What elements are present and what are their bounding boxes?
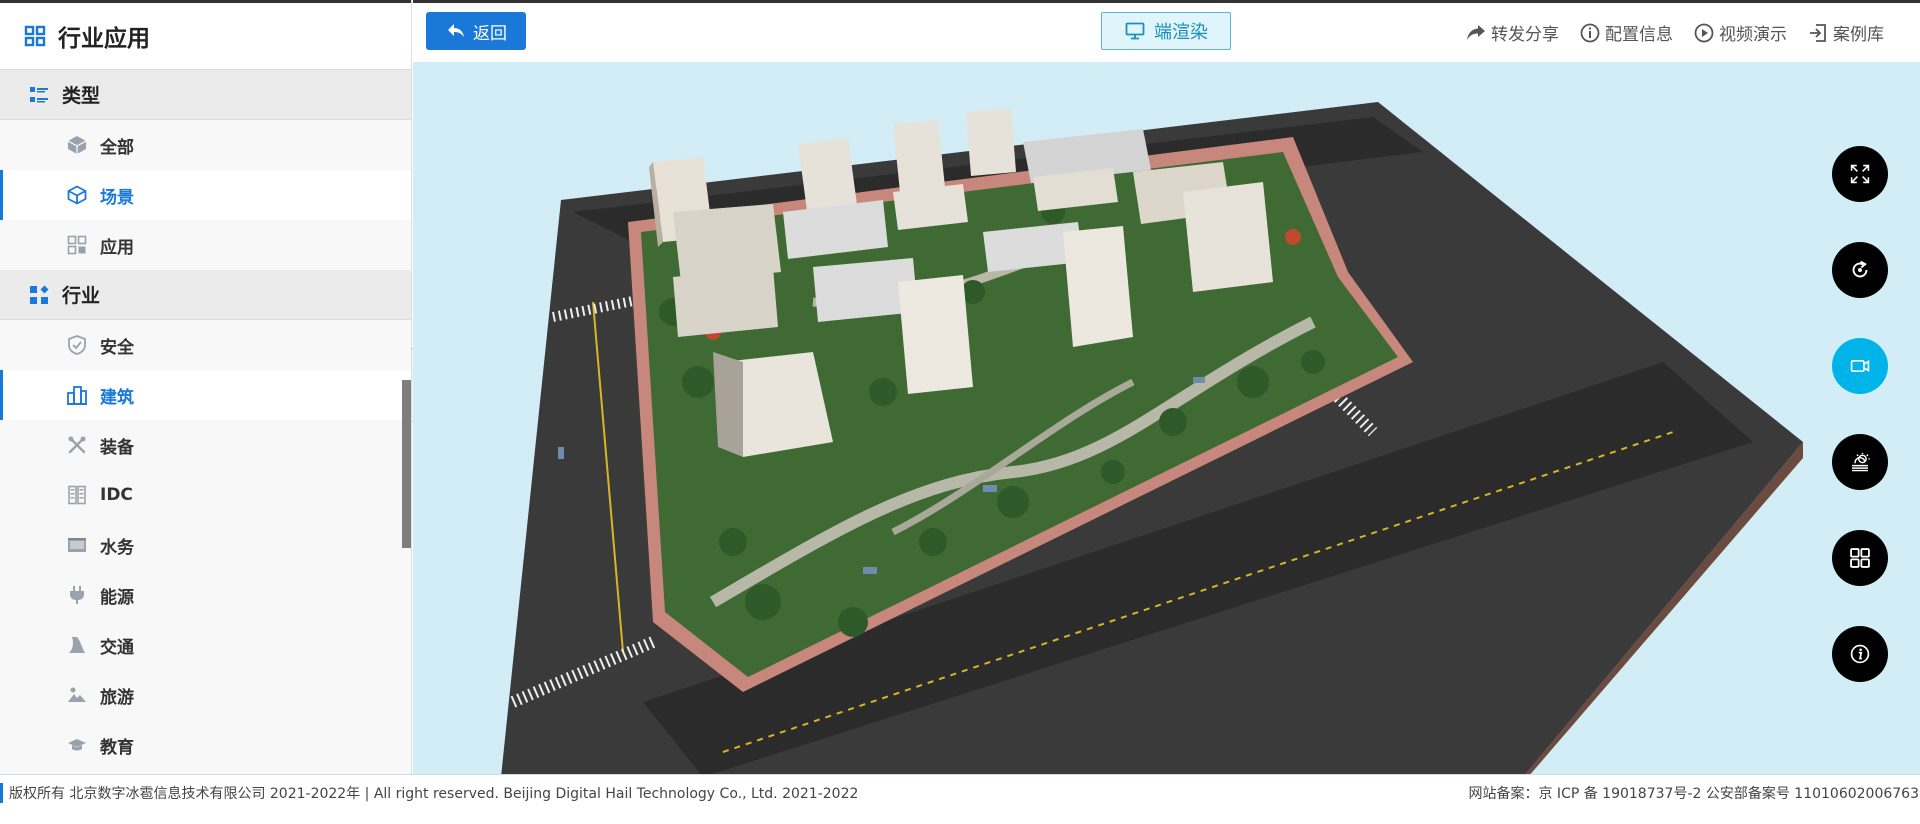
sidebar-item-label: 旅游 [100,687,134,708]
weather-button[interactable] [1832,434,1888,490]
water-tank-icon [66,534,88,556]
copyright-text: 版权所有 北京数字冰雹信息技术有限公司 2021-2022年 | All rig… [0,783,858,803]
section-industry[interactable]: 行业 [0,270,411,320]
expand-icon [1849,163,1871,185]
city-scene-render[interactable] [413,62,1920,774]
reply-arrow-icon [445,20,467,42]
shield-icon [66,334,88,356]
render-mode-label: 端渲染 [1154,22,1208,43]
case-library-label: 案例库 [1833,25,1884,45]
scene-viewport[interactable] [413,62,1920,774]
tools-icon [66,434,88,456]
sidebar-item-security[interactable]: 安全 [0,320,411,370]
render-mode-button[interactable]: 端渲染 [1101,12,1231,50]
sidebar-item-label: IDC [100,485,133,505]
sidebar-item-equipment[interactable]: 装备 [0,420,411,470]
monitor-icon [1124,20,1146,42]
plug-icon [66,584,88,606]
sidebar-item-all[interactable]: 全部 [0,120,411,170]
login-arrow-icon [1807,22,1829,44]
sidebar-item-scene[interactable]: 场景 [0,170,411,220]
sidebar: 行业应用 类型 全部 场景 应用 行业 安全 建筑 装备 IDC 水务 能源 交… [0,0,412,774]
category-icon [28,284,50,306]
scene-tools [1832,146,1888,682]
building-icon [66,384,88,406]
config-info-label: 配置信息 [1605,25,1673,45]
app-root: 行业应用 类型 全部 场景 应用 行业 安全 建筑 装备 IDC 水务 能源 交… [0,0,1920,824]
topbar-actions: 转发分享 配置信息 视频演示 案例库 [1465,20,1884,45]
section-title-industry: 行业 [62,285,101,307]
video-demo-label: 视频演示 [1719,25,1787,45]
sidebar-item-architecture[interactable]: 建筑 [0,370,411,420]
server-rack-icon [66,484,88,506]
sidebar-header: 行业应用 [0,0,411,70]
share-action[interactable]: 转发分享 [1465,20,1559,45]
sidebar-item-label: 水务 [100,537,134,558]
play-circle-icon [1693,22,1715,44]
app-grid-icon [66,234,88,256]
case-library-action[interactable]: 案例库 [1807,20,1884,45]
sidebar-scrollbar[interactable] [402,380,411,548]
sidebar-item-label: 装备 [100,437,134,458]
sidebar-item-idc[interactable]: IDC [0,470,411,520]
sidebar-item-energy[interactable]: 能源 [0,570,411,620]
fullscreen-button[interactable] [1832,146,1888,202]
layout-grid-button[interactable] [1832,530,1888,586]
sidebar-item-education[interactable]: 教育 [0,720,411,770]
back-button-label: 返回 [473,23,507,44]
sidebar-item-traffic[interactable]: 交通 [0,620,411,670]
cube-outline-icon [66,184,88,206]
sidebar-item-label: 建筑 [100,387,134,408]
topbar: 返回 端渲染 转发分享 配置信息 视频演示 案例库 [413,0,1920,62]
cube-solid-icon [66,134,88,156]
sidebar-item-label: 教育 [100,737,134,758]
sidebar-title: 行业应用 [58,26,150,52]
record-video-button[interactable] [1832,338,1888,394]
refresh-icon [1849,259,1871,281]
sidebar-item-label: 全部 [100,137,134,158]
sidebar-item-water[interactable]: 水务 [0,520,411,570]
info-circle-icon [1579,22,1601,44]
weather-sun-icon [1849,451,1871,473]
config-info-action[interactable]: 配置信息 [1579,20,1673,45]
travel-icon [66,684,88,706]
sidebar-item-label: 能源 [100,587,134,608]
list-icon [28,84,50,106]
reset-view-button[interactable] [1832,242,1888,298]
section-title-type: 类型 [62,85,101,107]
grid-apps-icon [24,25,46,47]
sidebar-item-label: 交通 [100,637,134,658]
graduation-cap-icon [66,734,88,756]
sidebar-item-label: 安全 [100,337,134,358]
sidebar-item-label: 场景 [100,187,134,208]
icp-record-text: 网站备案：京 ICP 备 19018737号-2 公安部备案号 11010602… [1468,786,1919,802]
share-arrow-icon [1465,22,1487,44]
grid-icon [1849,547,1871,569]
sidebar-item-tourism[interactable]: 旅游 [0,670,411,720]
section-type[interactable]: 类型 [0,70,411,120]
footer: 版权所有 北京数字冰雹信息技术有限公司 2021-2022年 | All rig… [0,774,1920,824]
sidebar-item-label: 应用 [100,237,134,258]
info-icon [1849,643,1871,665]
back-button[interactable]: 返回 [426,12,526,50]
video-demo-action[interactable]: 视频演示 [1693,20,1787,45]
sidebar-item-application[interactable]: 应用 [0,220,411,270]
road-icon [66,634,88,656]
video-camera-icon [1849,355,1871,377]
share-label: 转发分享 [1491,25,1559,45]
scene-info-button[interactable] [1832,626,1888,682]
